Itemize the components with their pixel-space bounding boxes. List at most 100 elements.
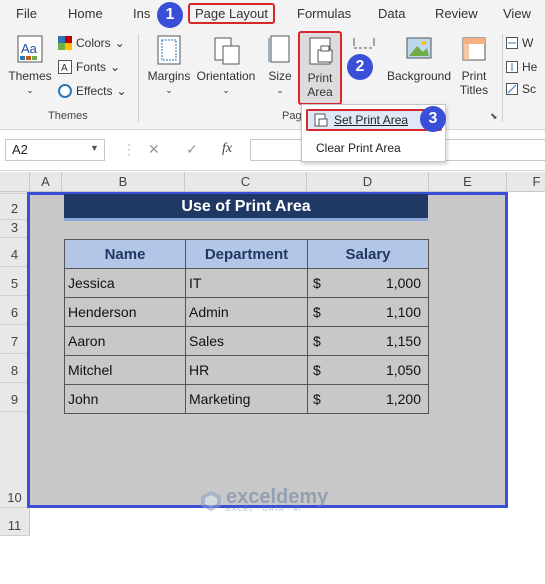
colors-button[interactable]: Colors ⌄ [58,36,125,50]
page-setup-group-label: Pag [282,110,302,122]
table-row: Aaron Sales $1,150 [64,326,429,356]
margins-button[interactable]: Margins ⌄ [146,34,192,97]
svg-text:Aa: Aa [21,41,38,56]
salary-value: 1,000 [385,275,421,291]
cell-salary[interactable]: $1,050 [307,355,429,385]
cell-name[interactable]: Mitchel [64,355,186,385]
tab-data[interactable]: Data [378,6,405,21]
chevron-down-icon: ⌄ [116,84,127,98]
print-area-icon [309,37,333,65]
height-control[interactable]: He [506,60,537,74]
orientation-button[interactable]: Orientation ⌄ [194,34,258,97]
row-header[interactable]: 3 [0,220,30,238]
print-titles-icon [462,37,486,61]
column-header[interactable]: E [429,172,507,192]
salary-table: Name Department Salary Jessica IT $1,000… [64,239,429,414]
table-header-row: Name Department Salary [64,239,429,269]
column-header[interactable]: F [507,172,545,192]
table-row: Henderson Admin $1,100 [64,297,429,327]
row-header[interactable]: 11 [0,508,30,536]
chevron-down-icon[interactable]: ▼ [90,143,99,153]
orientation-icon [214,37,240,65]
orientation-label: Orientation [196,69,256,83]
scale-control[interactable]: Sc [506,82,536,96]
scale-label: Sc [522,82,537,96]
tab-view[interactable]: View [503,6,531,21]
header-name: Name [64,239,186,269]
cell-department[interactable]: IT [185,268,308,298]
print-titles-button[interactable]: Print Titles [456,34,492,97]
effects-button[interactable]: Effects ⌄ [58,84,127,98]
print-titles-label-line2: Titles [459,83,489,97]
fonts-button[interactable]: A Fonts ⌄ [58,60,120,74]
row-header[interactable]: 4 [0,238,30,267]
themes-label: Themes [8,69,52,83]
cancel-icon[interactable]: ✕ [148,141,160,158]
cell-department[interactable]: Marketing [185,384,308,414]
themes-button[interactable]: Aa Themes ⌄ [8,34,52,97]
tab-page-layout[interactable]: Page Layout [188,3,276,24]
watermark-brand: exceldemy [226,486,329,508]
print-titles-label-line1: Print [461,69,487,83]
formula-bar: A2 ▼ ⋮ ✕ ✓ fx [0,131,545,171]
cell-name[interactable]: Aaron [64,326,186,356]
table-row: Jessica IT $1,000 [64,268,429,298]
tab-insert[interactable]: Ins [133,6,150,21]
enter-icon[interactable]: ✓ [186,141,198,158]
chevron-down-icon: ⌄ [110,60,121,74]
set-print-area-icon [314,113,328,127]
clear-print-area-item[interactable]: Clear Print Area [306,137,442,159]
cell-name[interactable]: Henderson [64,297,186,327]
cell-salary[interactable]: $1,200 [307,384,429,414]
width-label: W [522,36,534,50]
print-area-button[interactable]: Print Area [298,31,342,105]
cell-department[interactable]: Admin [185,297,308,327]
chevron-down-icon: ⌄ [222,85,230,95]
print-area-label-line1: Print [307,71,333,85]
set-print-area-label: Set Print Area [334,113,409,127]
width-control[interactable]: W [506,36,533,50]
header-salary: Salary [307,239,429,269]
size-button[interactable]: Size ⌄ [264,34,296,97]
step-2-badge: 2 [347,54,373,80]
watermark: exceldemy EXCEL · DATA · BI [200,486,329,513]
cell-name[interactable]: Jessica [64,268,186,298]
cell-salary[interactable]: $1,000 [307,268,429,298]
currency-symbol: $ [313,275,321,291]
currency-symbol: $ [313,333,321,349]
cell-name[interactable]: John [64,384,186,414]
background-button[interactable]: Background [384,34,454,83]
row-header[interactable]: 9 [0,383,30,412]
select-all-corner[interactable] [0,172,30,192]
clear-print-area-label: Clear Print Area [316,141,401,155]
chevron-down-icon: ⌄ [114,36,125,50]
row-header[interactable]: 10 [0,412,30,508]
dialog-launcher-icon[interactable]: ⬊ [490,111,498,122]
tab-formulas[interactable]: Formulas [297,6,351,21]
insert-function-icon[interactable]: fx [222,141,232,157]
row-header[interactable]: 7 [0,325,30,354]
column-header[interactable]: D [307,172,429,192]
column-header[interactable]: A [30,172,62,192]
salary-value: 1,050 [385,362,421,378]
column-header[interactable]: B [62,172,185,192]
tab-file[interactable]: File [16,6,37,21]
tab-review[interactable]: Review [435,6,478,21]
colors-icon [58,36,72,50]
salary-value: 1,150 [385,333,421,349]
tab-home[interactable]: Home [68,6,103,21]
cell-department[interactable]: HR [185,355,308,385]
more-options-icon: ⋮ [122,141,136,157]
themes-group-label: Themes [48,110,88,122]
table-row: John Marketing $1,200 [64,384,429,414]
cell-salary[interactable]: $1,100 [307,297,429,327]
column-header[interactable]: C [185,172,307,192]
cell-salary[interactable]: $1,150 [307,326,429,356]
row-header[interactable]: 2 [0,194,30,220]
step-3-badge: 3 [420,106,446,132]
row-header[interactable]: 8 [0,354,30,383]
row-header[interactable]: 6 [0,296,30,325]
row-header[interactable]: 5 [0,267,30,296]
ribbon: Aa Themes ⌄ Colors ⌄ A Fonts ⌄ Effects ⌄ Th… [0,28,545,130]
cell-department[interactable]: Sales [185,326,308,356]
